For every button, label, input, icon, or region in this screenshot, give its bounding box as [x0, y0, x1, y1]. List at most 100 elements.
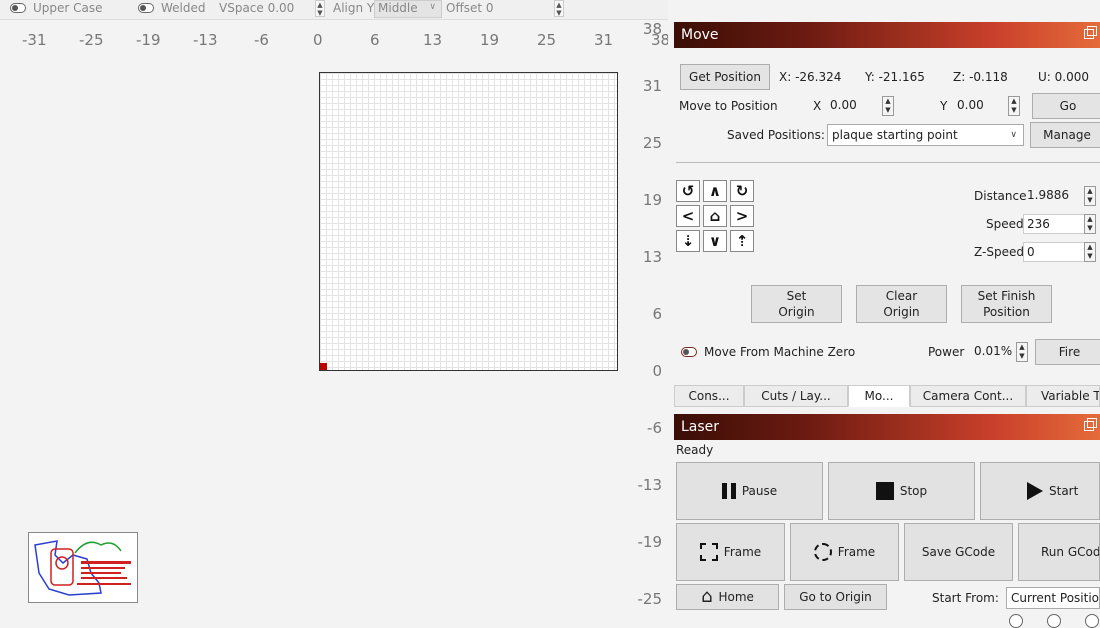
ruler-x-tick: 19 — [480, 31, 500, 49]
saved-positions-value: plaque starting point — [832, 128, 958, 142]
set-origin-button[interactable]: Set Origin — [751, 285, 842, 323]
restore-window-icon[interactable] — [1084, 418, 1097, 431]
arrow-up-icon[interactable]: ∧ — [703, 180, 727, 202]
set-finish-position-button[interactable]: Set Finish Position — [961, 285, 1052, 323]
offset-field[interactable]: Offset 0 — [446, 1, 494, 15]
z-down-icon[interactable]: ⇣ — [676, 230, 700, 252]
ruler-x-tick: -13 — [193, 31, 218, 49]
arrow-right-icon[interactable]: > — [730, 205, 754, 227]
move-y-spinner[interactable]: ▲ ▼ — [1008, 96, 1020, 116]
ruler-x-tick: -6 — [254, 31, 269, 49]
ruler-y-tick: 13 — [642, 248, 662, 266]
save-gcode-button[interactable]: Save GCode — [904, 523, 1013, 581]
start-button[interactable]: Start — [980, 462, 1100, 520]
arrow-down-icon[interactable]: ∨ — [703, 230, 727, 252]
vspace-field[interactable]: VSpace 0.00 — [219, 1, 294, 15]
distance-input[interactable]: 1.9886 — [1024, 186, 1086, 206]
position-x-readout: X: -26.324 — [779, 70, 842, 84]
move-panel: Move Get Position X: -26.324 Y: -21.165 … — [674, 22, 1100, 410]
start-from-select[interactable]: Current Position — [1006, 587, 1100, 609]
clear-origin-button[interactable]: Clear Origin — [856, 285, 947, 323]
frame-circle-icon — [813, 543, 832, 561]
job-origin-radio[interactable] — [1085, 614, 1099, 628]
ruler-x-tick: 6 — [370, 31, 380, 49]
stop-label: Stop — [899, 484, 928, 498]
panel-tab-bar: Cons... Cuts / Lay... Mo... Camera Cont.… — [674, 385, 1100, 407]
upper-case-label: Upper Case — [33, 1, 103, 15]
divider — [676, 162, 1100, 163]
move-x-spinner[interactable]: ▲ ▼ — [882, 96, 894, 116]
tab-cuts-layers[interactable]: Cuts / Lay... — [744, 385, 848, 407]
tab-camera-control[interactable]: Camera Cont... — [910, 385, 1026, 407]
get-position-button[interactable]: Get Position — [680, 64, 770, 90]
design-canvas[interactable]: -31 -25 -19 -13 -6 0 6 13 19 25 31 38 38… — [0, 20, 668, 622]
stop-button[interactable]: Stop — [828, 462, 975, 520]
saved-positions-select[interactable]: plaque starting point ∨ — [827, 124, 1024, 146]
distance-spinner[interactable]: ▲ ▼ — [1084, 186, 1096, 206]
pause-button[interactable]: Pause — [676, 462, 823, 520]
align-y-select[interactable]: Middle ∨ — [374, 0, 442, 18]
start-from-label: Start From: — [932, 591, 999, 605]
rotate-cw-icon[interactable]: ↻ — [730, 180, 754, 202]
rotate-ccw-icon[interactable]: ↺ — [676, 180, 700, 202]
workspace-grid[interactable] — [319, 72, 618, 371]
stop-icon — [875, 482, 894, 500]
manage-positions-button[interactable]: Manage — [1030, 122, 1100, 148]
welded-toggle[interactable] — [138, 3, 154, 13]
go-to-origin-button[interactable]: Go to Origin — [784, 584, 887, 610]
distance-label: Distance — [974, 189, 1027, 203]
ruler-x-tick: 13 — [423, 31, 443, 49]
frame-circle-label: Frame — [837, 545, 876, 559]
speed-label: Speed — [986, 217, 1024, 231]
chevron-down-icon: ∨ — [429, 2, 436, 12]
job-origin-radio[interactable] — [1047, 614, 1061, 628]
move-y-input[interactable]: 0.00 — [954, 96, 1010, 116]
start-label: Start — [1049, 484, 1079, 498]
offset-spinner[interactable]: ▲ ▼ — [554, 0, 564, 17]
move-x-label: X — [813, 99, 822, 113]
move-from-zero-toggle[interactable] — [681, 347, 697, 357]
vspace-spinner[interactable]: ▲ ▼ — [315, 0, 325, 17]
arrow-left-icon[interactable]: < — [676, 205, 700, 227]
align-y-label: Align Y — [333, 1, 375, 15]
fire-button[interactable]: Fire — [1035, 339, 1100, 365]
restore-window-icon[interactable] — [1084, 26, 1097, 39]
design-thumbnail[interactable] — [28, 532, 138, 603]
speed-spinner[interactable]: ▲ ▼ — [1084, 214, 1096, 234]
start-from-value: Current Position — [1011, 591, 1100, 605]
go-button[interactable]: Go — [1032, 93, 1100, 119]
laser-panel: Laser Ready Pause Stop Start Frame Frame… — [674, 414, 1100, 628]
job-origin-radio[interactable] — [1009, 614, 1023, 628]
move-y-label: Y — [940, 99, 948, 113]
ruler-x-tick: -25 — [79, 31, 104, 49]
ruler-y-tick: -6 — [647, 419, 662, 437]
home-label: Home — [718, 590, 754, 604]
z-speed-spinner[interactable]: ▲ ▼ — [1084, 242, 1096, 262]
ruler-y-tick: 19 — [642, 191, 662, 209]
speed-input[interactable]: 236 — [1023, 214, 1085, 234]
z-speed-input[interactable]: 0 — [1023, 242, 1085, 262]
power-spinner[interactable]: ▲ ▼ — [1016, 342, 1028, 362]
run-gcode-button[interactable]: Run GCode — [1018, 523, 1100, 581]
ruler-x-tick: -19 — [136, 31, 161, 49]
home-icon[interactable]: ⌂ — [703, 205, 727, 227]
tab-variable-text[interactable]: Variable T — [1026, 385, 1100, 407]
ruler-x-tick: 0 — [313, 31, 323, 49]
position-u-readout: U: 0.000 — [1038, 70, 1089, 84]
upper-case-toggle[interactable] — [10, 3, 26, 13]
move-to-position-label: Move to Position — [679, 99, 778, 113]
frame-circle-button[interactable]: Frame — [790, 523, 899, 581]
home-button[interactable]: ⌂ Home — [676, 584, 779, 610]
move-x-input[interactable]: 0.00 — [827, 96, 883, 116]
ruler-x-tick: -31 — [22, 31, 47, 49]
laser-status: Ready — [676, 443, 714, 457]
tab-console[interactable]: Cons... — [674, 385, 744, 407]
tab-move[interactable]: Mo... — [848, 385, 910, 407]
chevron-down-icon: ∨ — [1010, 130, 1017, 140]
frame-rect-button[interactable]: Frame — [676, 523, 785, 581]
play-icon — [1027, 482, 1043, 500]
power-input[interactable]: 0.01% — [971, 342, 1017, 362]
z-up-icon[interactable]: ⇡ — [730, 230, 754, 252]
move-panel-title: Move — [674, 22, 1100, 48]
ruler-y-tick: 25 — [642, 134, 662, 152]
